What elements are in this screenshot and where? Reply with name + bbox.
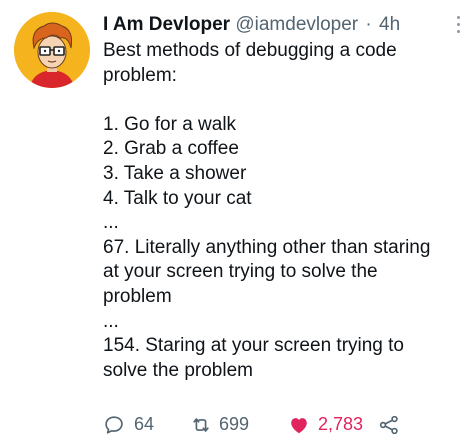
like-count: 2,783	[318, 414, 364, 434]
heart-icon	[291, 418, 307, 434]
tweet-line: at your screen trying to solve the	[103, 261, 378, 283]
share-icon	[379, 415, 398, 435]
tweet-line: solve the problem	[103, 359, 253, 381]
avatar[interactable]	[14, 12, 90, 88]
tweet-text: Best methods of debugging a code problem…	[103, 39, 465, 383]
separator-dot: ·	[365, 14, 372, 35]
reply-count: 64	[134, 414, 155, 434]
retweet-icon	[193, 418, 209, 432]
tweet-line: Best methods of debugging a code	[103, 40, 397, 61]
tweet-line: problem	[103, 285, 172, 307]
tweet: I Am Devloper @iamdevloper · 4h Best met…	[0, 0, 474, 443]
tweet-line	[103, 88, 465, 113]
tweet-line: ...	[103, 212, 119, 234]
tweet-line: 1. Go for a walk	[103, 113, 237, 135]
tweet-line: 4. Talk to your cat	[103, 187, 252, 209]
tweet-line: ...	[103, 310, 119, 332]
author-handle[interactable]: @iamdevloper	[235, 14, 358, 35]
tweet-header: I Am Devloper @iamdevloper · 4h	[103, 12, 438, 38]
reply-icon	[105, 416, 123, 434]
tweet-line: 3. Take a shower	[103, 162, 247, 184]
author-name[interactable]: I Am Devloper	[103, 14, 230, 35]
tweet-actions: 64 699 2,783	[103, 412, 465, 436]
tweet-timestamp[interactable]: 4h	[379, 14, 400, 35]
tweet-line: 154. Staring at your screen trying to	[103, 335, 404, 357]
more-options-icon[interactable]	[451, 13, 465, 37]
tweet-line: 67. Literally anything other than starin…	[103, 236, 431, 258]
retweet-count: 699	[219, 414, 250, 434]
tweet-line: problem:	[103, 64, 177, 86]
avatar-image	[14, 12, 90, 88]
tweet-line: 2. Grab a coffee	[103, 138, 239, 160]
